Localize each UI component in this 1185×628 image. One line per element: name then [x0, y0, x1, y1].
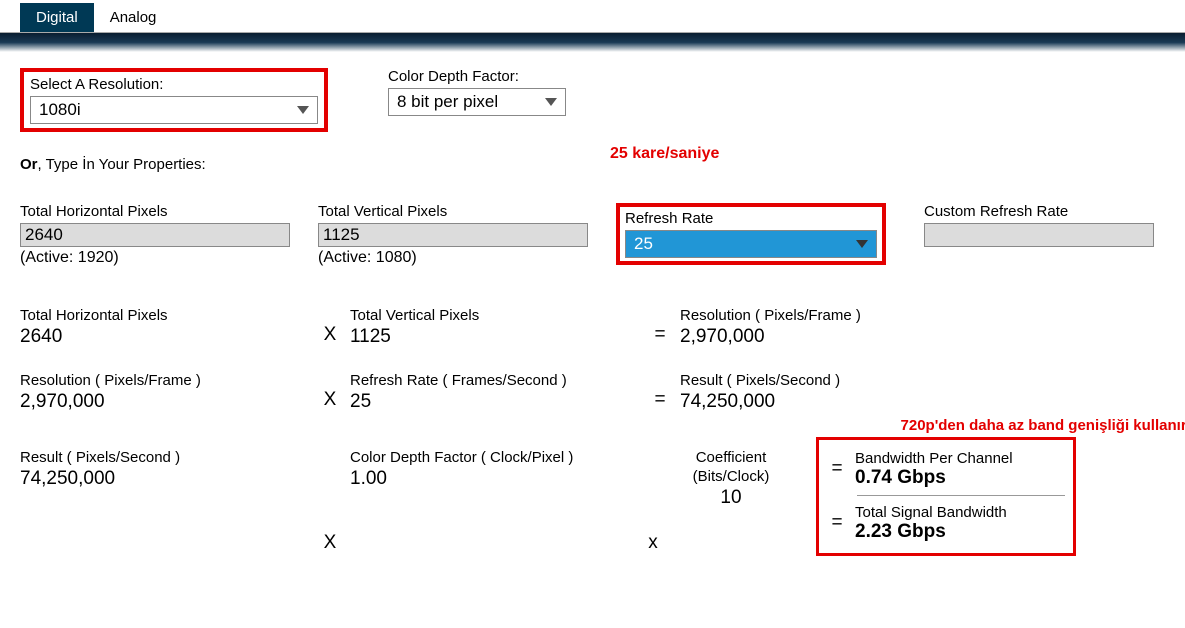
tab-digital[interactable]: Digital: [20, 3, 94, 32]
active-h-note: (Active: 1920): [20, 249, 290, 267]
op-equals: =: [640, 389, 680, 413]
resolution-label: Select A Resolution:: [30, 76, 318, 93]
color-depth-select[interactable]: 8 bit per pixel: [388, 88, 566, 116]
header-separator: [0, 32, 1185, 52]
op-equals: =: [827, 512, 847, 536]
chevron-down-icon: [545, 98, 557, 106]
refresh-fs-value: 25: [350, 391, 640, 413]
resolution-pf-value: 2,970,000: [680, 326, 861, 348]
color-depth-cp-label: Color Depth Factor ( Clock/Pixel ): [350, 449, 640, 466]
calc-h-label: Total Horizontal Pixels: [20, 307, 310, 324]
calc-v-value: 1125: [350, 326, 640, 348]
resolution-pf-label: Resolution ( Pixels/Frame ): [680, 307, 861, 324]
result-ps-label2: Result ( Pixels/Second ): [20, 449, 310, 466]
total-bw-label: Total Signal Bandwidth: [855, 504, 1007, 521]
annotation-bandwidth: 720p'den daha az band genişliği kullanır…: [810, 417, 1185, 434]
or-type-label: Or, Or, Type İn Your Properties:Type İn …: [20, 156, 1165, 173]
total-h-label: Total Horizontal Pixels: [20, 203, 290, 220]
refresh-fs-label: Refresh Rate ( Frames/Second ): [350, 372, 640, 389]
coeff-value: 10: [720, 487, 741, 509]
active-v-note: (Active: 1080): [318, 249, 588, 267]
tab-analog[interactable]: Analog: [94, 3, 173, 32]
op-equals: =: [827, 458, 847, 482]
chevron-down-icon: [856, 240, 868, 248]
op-multiply-lower: x: [640, 506, 666, 556]
op-multiply: X: [310, 389, 350, 413]
custom-refresh-input[interactable]: [924, 223, 1154, 247]
op-multiply: X: [310, 324, 350, 348]
resolution-selected-value: 1080i: [39, 100, 81, 120]
total-h-input[interactable]: [20, 223, 290, 247]
op-equals: =: [640, 324, 680, 348]
bw-per-channel-value: 0.74: [855, 467, 892, 488]
color-depth-label: Color Depth Factor:: [388, 68, 566, 85]
result-ps-value: 74,250,000: [680, 391, 840, 413]
custom-refresh-label: Custom Refresh Rate: [924, 203, 1154, 220]
refresh-rate-label: Refresh Rate: [625, 210, 877, 227]
resolution-highlight: Select A Resolution: 1080i: [20, 68, 328, 132]
refresh-rate-value: 25: [634, 234, 653, 254]
coeff-label: Coefficient: [696, 449, 767, 466]
total-v-label: Total Vertical Pixels: [318, 203, 588, 220]
total-v-input[interactable]: [318, 223, 588, 247]
calc-v-label: Total Vertical Pixels: [350, 307, 640, 324]
coeff-unit: (Bits/Clock): [693, 468, 770, 485]
bw-per-channel-label: Bandwidth Per Channel: [855, 450, 1013, 467]
bandwidth-result-box: = Bandwidth Per Channel 0.74 Gbps = Tota…: [816, 437, 1076, 556]
color-depth-selected-value: 8 bit per pixel: [397, 92, 498, 112]
color-depth-cp-value: 1.00: [350, 468, 640, 490]
refresh-rate-select[interactable]: 25: [625, 230, 877, 258]
divider: [857, 495, 1065, 496]
result-ps-value2: 74,250,000: [20, 468, 310, 490]
unit-gbps: Gbps: [897, 521, 946, 542]
tab-bar: Digital Analog: [0, 0, 1185, 32]
resolution-select[interactable]: 1080i: [30, 96, 318, 124]
unit-gbps: Gbps: [897, 467, 946, 488]
result-ps-label: Result ( Pixels/Second ): [680, 372, 840, 389]
resolution-pf-label2: Resolution ( Pixels/Frame ): [20, 372, 310, 389]
calc-h-value: 2640: [20, 326, 310, 348]
op-multiply: X: [310, 502, 350, 556]
chevron-down-icon: [297, 106, 309, 114]
total-bw-value: 2.23: [855, 521, 892, 542]
resolution-pf-value2: 2,970,000: [20, 391, 310, 413]
annotation-fps: 25 kare/saniye: [610, 145, 719, 163]
refresh-highlight: Refresh Rate 25: [616, 203, 886, 265]
